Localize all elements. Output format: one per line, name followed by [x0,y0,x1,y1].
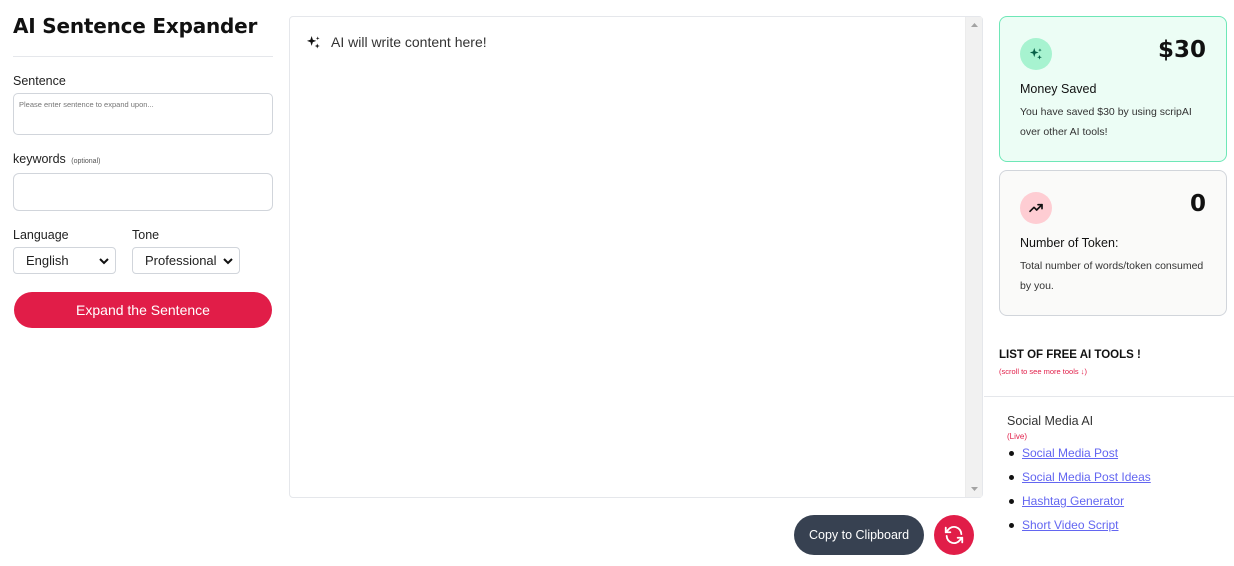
output-area[interactable]: AI will write content here! [289,16,983,498]
tool-category-title: Social Media AI [1007,414,1094,428]
list-item: Social Media Post Ideas [1007,469,1151,493]
money-saved-title: Money Saved [1020,82,1097,96]
token-count-title: Number of Token: [1020,236,1119,250]
sparkles-icon-badge [1020,38,1052,70]
output-placeholder: AI will write content here! [306,34,487,50]
page-title: AI Sentence Expander [13,14,258,38]
money-saved-description: You have saved $30 by using scripAI over… [1020,106,1192,138]
tool-link-short-video-script[interactable]: Short Video Script [1022,518,1119,532]
output-scrollbar[interactable] [965,17,982,497]
scroll-up-arrow-icon[interactable] [966,17,983,34]
tool-link-social-media-post[interactable]: Social Media Post [1022,446,1118,460]
chevron-down-icon [223,258,233,265]
scroll-down-arrow-icon[interactable] [966,480,983,497]
tool-link-hashtag-generator[interactable]: Hashtag Generator [1022,494,1124,508]
tone-select[interactable]: Professional [132,247,240,274]
token-count-description: Total number of words/token consumed by … [1020,260,1204,292]
language-selected-value: English [26,253,69,268]
keywords-label: keywords (optional) [13,152,100,166]
tools-scroll-hint: (scroll to see more tools ↓) [999,367,1087,376]
tool-category-status: (Live) [1007,432,1028,441]
expand-button[interactable]: Expand the Sentence [14,292,272,328]
form-panel: AI Sentence Expander Sentence keywords (… [13,14,273,328]
tool-list: Social Media Post Social Media Post Idea… [1007,445,1151,541]
money-saved-value: $30 [1157,37,1206,63]
tools-heading: LIST OF FREE AI TOOLS ! [999,349,1141,361]
token-count-value: 0 [1189,191,1206,217]
tone-selected-value: Professional [145,253,217,268]
refresh-icon [944,526,964,544]
list-item: Short Video Script [1007,517,1151,541]
trending-up-icon [1029,203,1043,213]
output-placeholder-text: AI will write content here! [331,34,487,50]
refresh-button[interactable] [934,515,974,555]
title-divider [13,56,273,57]
money-saved-card: $30 Money Saved You have saved $30 by us… [999,16,1227,162]
trending-up-icon-badge [1020,192,1052,224]
sparkles-icon [1029,47,1042,60]
sentence-input[interactable] [13,93,273,135]
list-item: Hashtag Generator [1007,493,1151,517]
tools-divider [984,396,1234,397]
copy-to-clipboard-button[interactable]: Copy to Clipboard [794,515,924,555]
tool-link-social-media-post-ideas[interactable]: Social Media Post Ideas [1022,470,1151,484]
tone-label: Tone [132,228,160,242]
chevron-down-icon [99,258,109,265]
keywords-label-text: keywords [13,152,66,166]
sentence-label: Sentence [13,74,66,88]
language-select[interactable]: English [13,247,116,274]
token-count-card: 0 Number of Token: Total number of words… [999,170,1227,316]
optional-hint: (optional) [71,158,101,165]
language-label: Language [13,228,69,242]
keywords-input[interactable] [13,173,273,211]
list-item: Social Media Post [1007,445,1151,469]
sparkles-icon [306,35,320,48]
